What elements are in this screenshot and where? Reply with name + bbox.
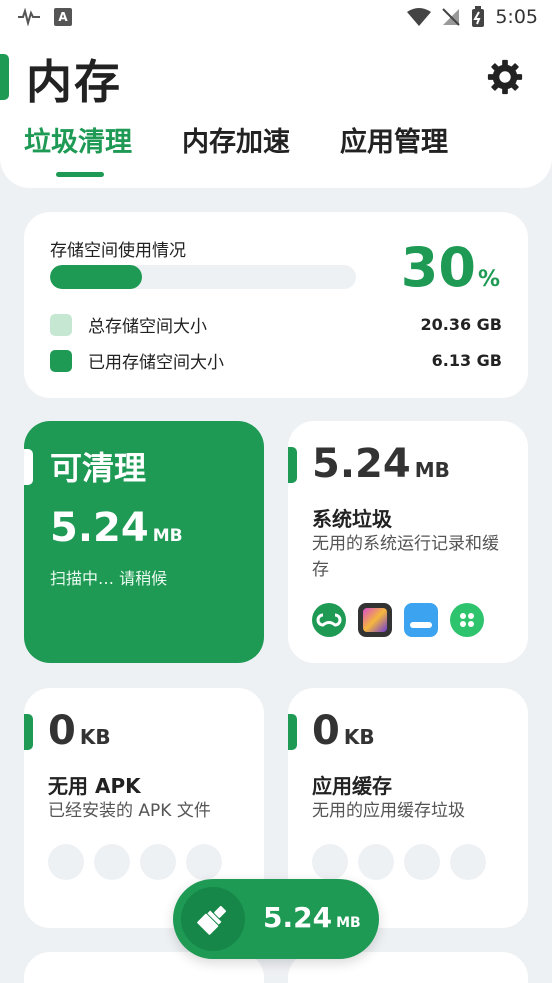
system-junk-title: 系统垃圾 — [312, 507, 392, 531]
cleanable-card[interactable]: 可清理 5.24 MB 扫描中… 请稍候 — [24, 421, 264, 663]
legend-total-swatch — [50, 313, 72, 336]
app-store-icon — [404, 603, 438, 637]
status-bar: A 5:05 — [0, 0, 552, 38]
app-icon-row — [312, 603, 484, 637]
legend-total: 总存储空间大小 20.36 GB — [50, 312, 502, 337]
apk-title: 无用 APK — [48, 774, 141, 798]
app-gallery-icon — [358, 603, 392, 637]
pulse-icon — [18, 8, 40, 26]
system-junk-card[interactable]: 5.24 MB 系统垃圾 无用的系统运行记录和缓存 — [288, 421, 528, 663]
tab-memory-boost[interactable]: 内存加速 — [182, 120, 290, 177]
a-notification-icon: A — [54, 8, 72, 26]
legend-used-swatch — [50, 349, 72, 372]
cache-placeholder-icons — [312, 844, 486, 880]
app-bag-icon — [450, 603, 484, 637]
storage-usage-card: 存储空间使用情况 30% 总存储空间大小 20.36 GB 已用存储空间大小 6… — [24, 212, 528, 398]
wifi-icon — [407, 8, 432, 26]
tab-junk-clean[interactable]: 垃圾清理 — [24, 120, 132, 177]
system-junk-size: 5.24 MB — [312, 441, 450, 487]
clock: 5:05 — [495, 6, 538, 28]
legend-used: 已用存储空间大小 6.13 GB — [50, 348, 502, 373]
storage-percent: 30% — [400, 236, 500, 299]
apk-desc: 已经安装的 APK 文件 — [48, 801, 211, 821]
battery-charging-icon — [472, 6, 485, 27]
cache-desc: 无用的应用缓存垃圾 — [312, 801, 465, 821]
tab-app-manager[interactable]: 应用管理 — [340, 120, 448, 177]
apk-placeholder-icons — [48, 844, 222, 880]
app-infinity-icon — [312, 603, 346, 637]
legend-total-value: 20.36 GB — [420, 315, 502, 334]
no-signal-icon — [442, 8, 461, 26]
storage-progress-fill — [50, 265, 142, 289]
page-title: 内存 — [26, 55, 122, 109]
cleanable-accent-bar — [24, 449, 33, 485]
cleanable-size: 5.24 MB — [50, 505, 183, 551]
settings-gear-icon[interactable] — [486, 58, 524, 96]
storage-progress-bar — [50, 265, 356, 289]
storage-usage-label: 存储空间使用情况 — [50, 241, 186, 261]
system-junk-accent-bar — [288, 447, 297, 483]
cache-accent-bar — [288, 714, 297, 750]
clean-button[interactable]: 5.24 MB — [173, 879, 379, 959]
clean-button-size: 5.24 MB — [263, 901, 361, 934]
cleanable-title: 可清理 — [50, 449, 147, 487]
cache-title: 应用缓存 — [312, 774, 392, 798]
apk-accent-bar — [24, 714, 33, 750]
cache-size: 0 KB — [312, 708, 375, 754]
system-junk-desc: 无用的系统运行记录和缓存 — [312, 534, 499, 580]
tab-bar: 垃圾清理 内存加速 应用管理 — [24, 120, 448, 177]
legend-used-label: 已用存储空间大小 — [88, 353, 224, 373]
broom-icon — [181, 887, 245, 951]
legend-used-value: 6.13 GB — [431, 351, 502, 370]
legend-total-label: 总存储空间大小 — [88, 317, 207, 337]
apk-size: 0 KB — [48, 708, 111, 754]
header: 内存 垃圾清理 内存加速 应用管理 — [0, 38, 552, 188]
title-accent-bar — [0, 54, 9, 100]
scan-status: 扫描中… 请稍候 — [50, 569, 168, 588]
